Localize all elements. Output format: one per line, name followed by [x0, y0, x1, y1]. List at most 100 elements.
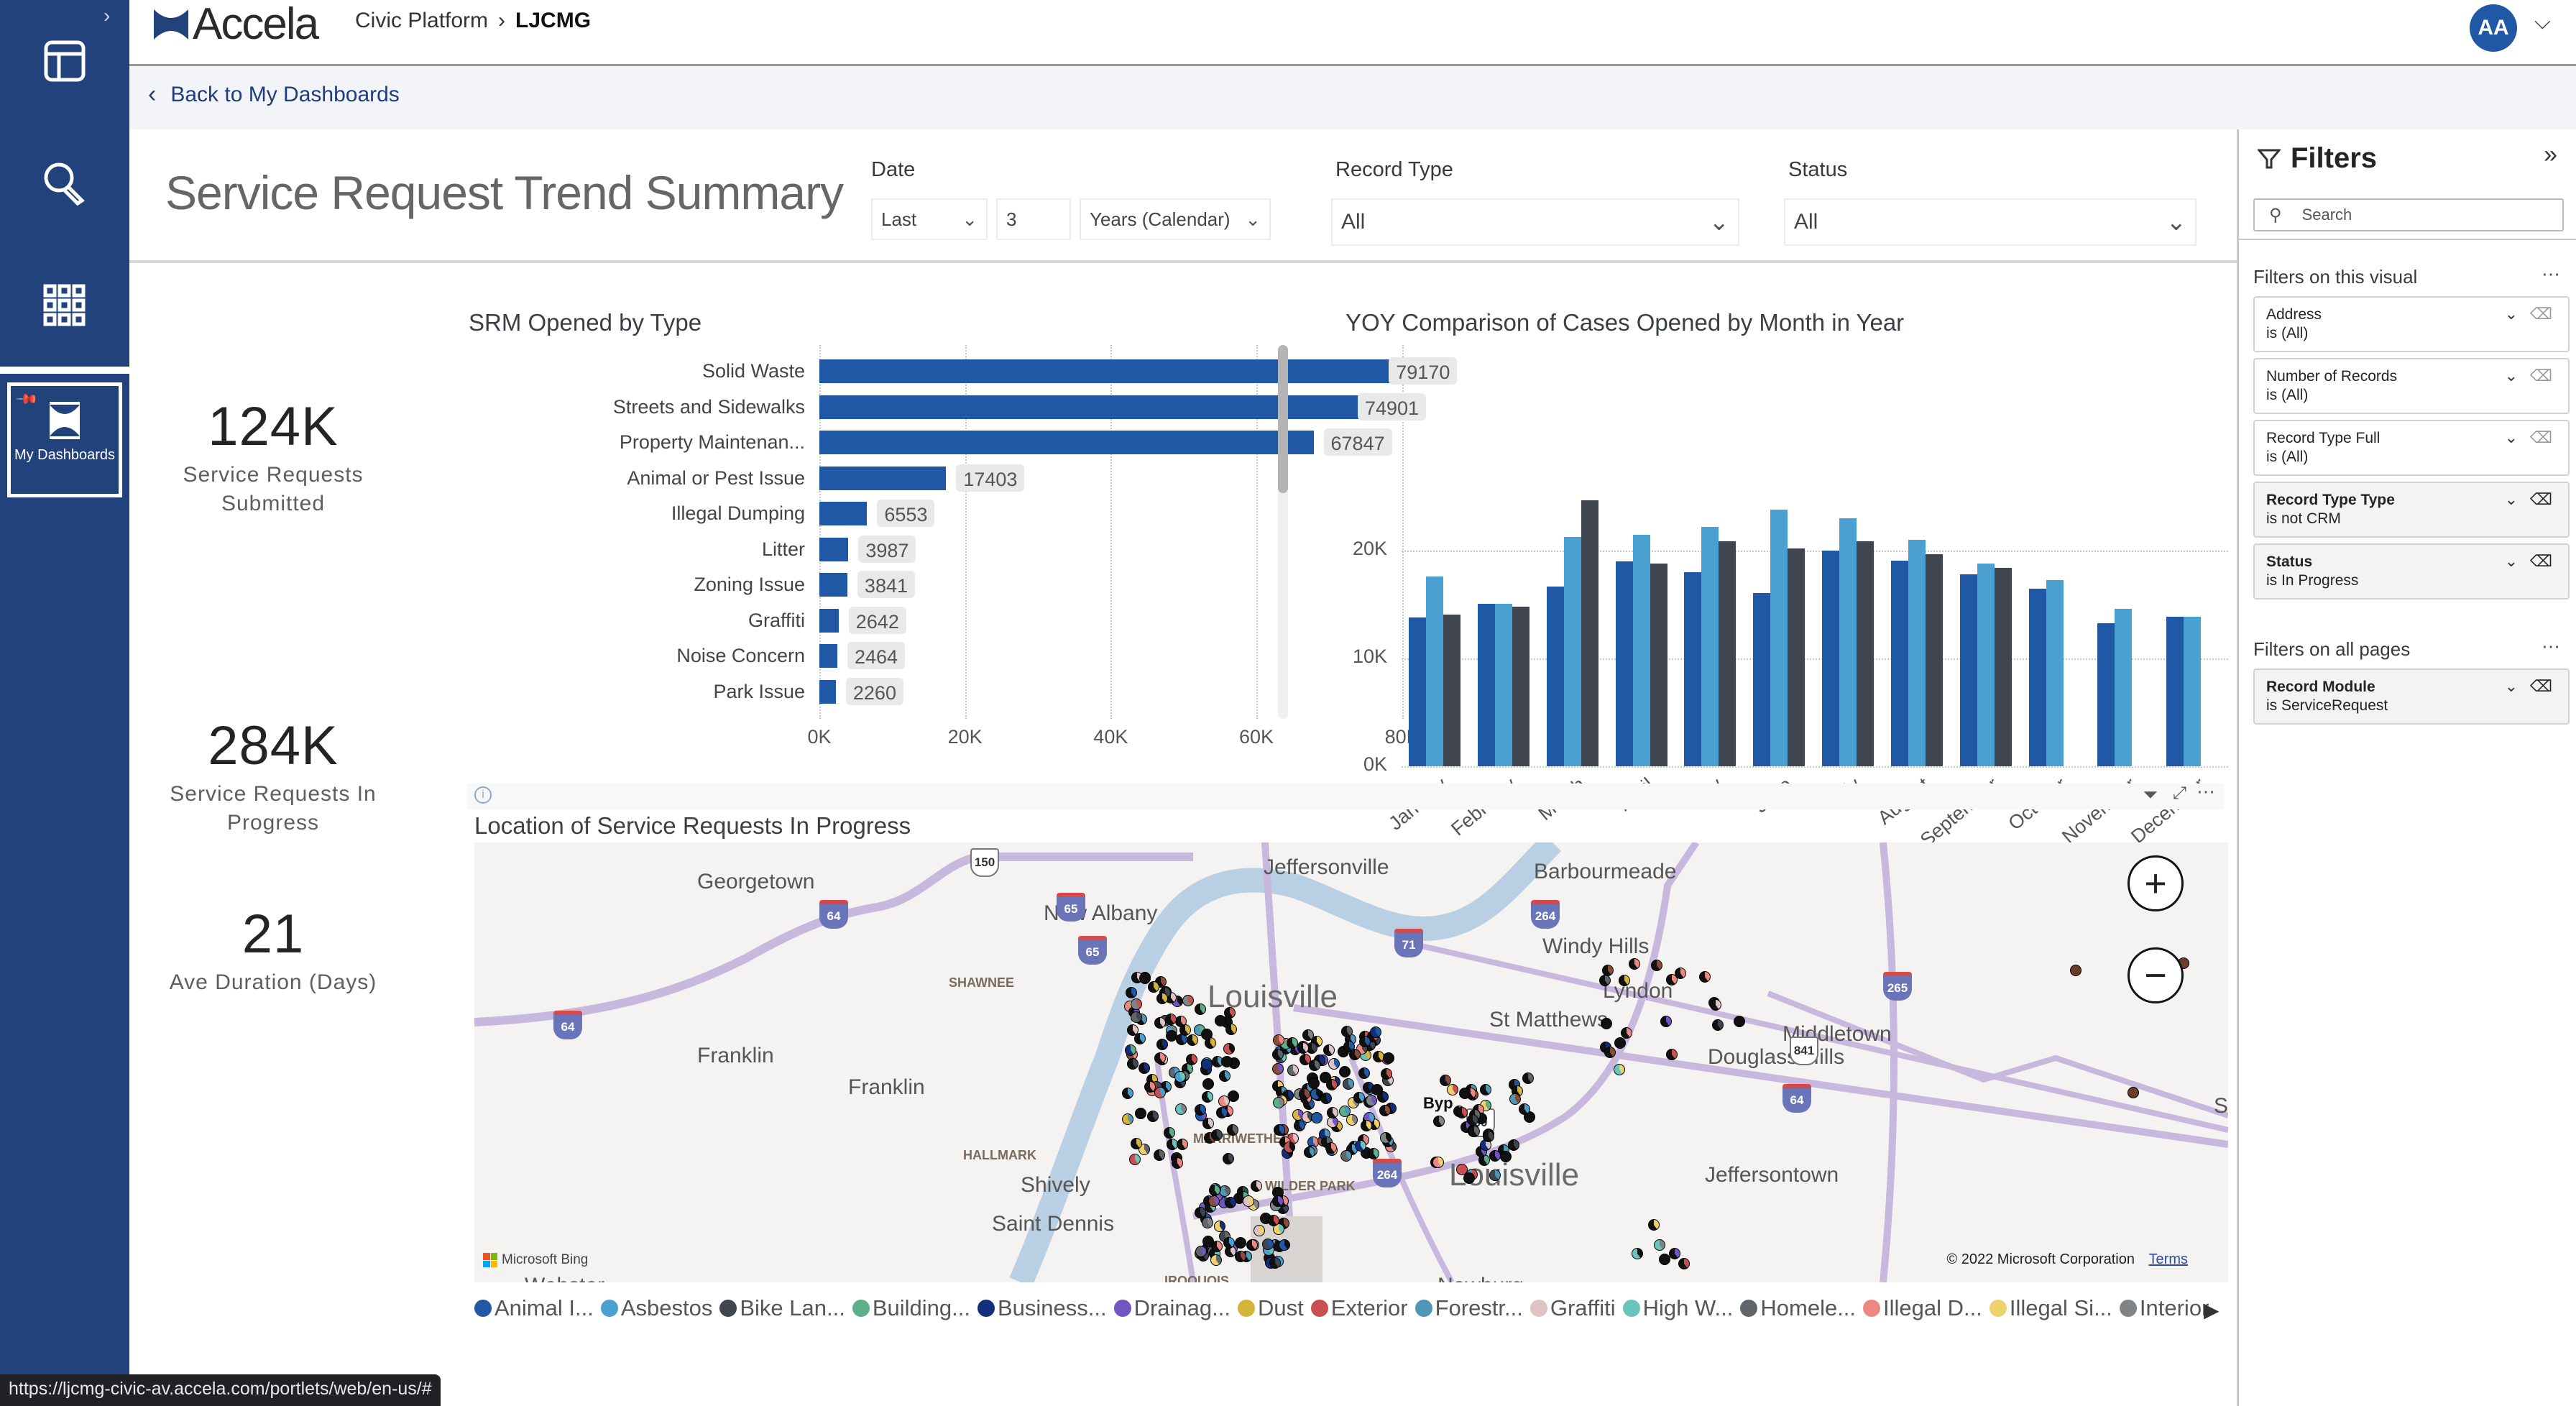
map-point[interactable]: [1254, 1224, 1266, 1236]
column-bar[interactable]: [1615, 561, 1633, 766]
column-bar[interactable]: [1477, 603, 1495, 766]
map-point[interactable]: [1320, 1092, 1332, 1104]
map-point[interactable]: [1195, 1103, 1207, 1116]
clear-filter-eraser-icon[interactable]: ⌫: [2530, 305, 2552, 323]
bar[interactable]: [819, 502, 868, 525]
map-point[interactable]: [1216, 1106, 1228, 1118]
map-legend-item[interactable]: Animal I...: [474, 1295, 594, 1321]
map-point[interactable]: [1343, 1078, 1355, 1090]
map-legend-item[interactable]: High W...: [1622, 1295, 1733, 1321]
map-point[interactable]: [1226, 1124, 1238, 1136]
column-bar[interactable]: [2097, 622, 2115, 766]
map-legend-item[interactable]: Forestr...: [1414, 1295, 1523, 1321]
map-legend-item[interactable]: Building...: [852, 1295, 970, 1321]
map-point[interactable]: [1299, 1054, 1311, 1066]
map-point[interactable]: [1225, 1023, 1237, 1035]
sidebar-item-search[interactable]: [0, 122, 129, 244]
map-point[interactable]: [1613, 1063, 1625, 1075]
map-point[interactable]: [1272, 1062, 1284, 1075]
column-bar[interactable]: [1977, 564, 1995, 766]
map-point[interactable]: [1122, 1113, 1134, 1125]
map-point[interactable]: [1225, 1197, 1237, 1209]
clear-filter-eraser-icon[interactable]: ⌫: [2530, 490, 2552, 509]
map-legend-item[interactable]: Graffiti: [1530, 1295, 1616, 1321]
accela-logo[interactable]: Accela: [154, 2, 319, 47]
map-point[interactable]: [1297, 1042, 1310, 1054]
map-point[interactable]: [1668, 1247, 1680, 1259]
map-point[interactable]: [1172, 1157, 1184, 1169]
column-bar[interactable]: [1581, 500, 1598, 766]
sidebar-item-apps[interactable]: [0, 244, 129, 367]
bar[interactable]: [819, 608, 839, 633]
clear-filter-eraser-icon[interactable]: ⌫: [2530, 677, 2552, 696]
expand-filter-chevron-icon[interactable]: ⌄: [2505, 552, 2518, 571]
map-point[interactable]: [1261, 1238, 1274, 1250]
date-count-input[interactable]: 3: [996, 198, 1071, 240]
filters-search-input[interactable]: ⚲ Search: [2253, 198, 2564, 231]
date-unit-select[interactable]: Years (Calendar) ⌄: [1080, 198, 1271, 240]
column-bar[interactable]: [1822, 551, 1839, 766]
map-point[interactable]: [1147, 981, 1159, 993]
map-point[interactable]: [1358, 1035, 1371, 1047]
map-point[interactable]: [1202, 1235, 1215, 1247]
map-point[interactable]: [1678, 1258, 1690, 1270]
map-point[interactable]: [1130, 1137, 1142, 1149]
map-point[interactable]: [1194, 1003, 1206, 1015]
map-legend-item[interactable]: Drainag...: [1113, 1295, 1230, 1321]
column-bar[interactable]: [1753, 592, 1771, 766]
bar[interactable]: [819, 359, 1397, 383]
column-bar[interactable]: [2046, 579, 2064, 766]
map-legend-item[interactable]: Asbestos: [600, 1295, 712, 1321]
map-point[interactable]: [1121, 1088, 1133, 1100]
filter-card[interactable]: Record Module is ServiceRequest ⌄ ⌫: [2253, 668, 2570, 725]
column-bar[interactable]: [1890, 560, 1908, 766]
map-point[interactable]: [1139, 972, 1151, 984]
column-bar[interactable]: [1443, 614, 1460, 766]
column-bar[interactable]: [1409, 617, 1426, 766]
column-bar[interactable]: [1788, 548, 1806, 766]
map-point[interactable]: [1355, 1139, 1367, 1152]
map-point[interactable]: [1269, 1256, 1281, 1269]
map-point[interactable]: [1598, 975, 1611, 987]
column-bar[interactable]: [1719, 541, 1736, 766]
column-bar[interactable]: [1650, 564, 1668, 766]
map-point[interactable]: [1709, 999, 1721, 1011]
map-point[interactable]: [1338, 1066, 1351, 1078]
zoom-in-button[interactable]: +: [2128, 855, 2184, 911]
more-options-icon[interactable]: ⋯: [2196, 781, 2215, 803]
avatar[interactable]: AA: [2470, 4, 2517, 52]
map-point[interactable]: [1131, 998, 1143, 1010]
map-point[interactable]: [1455, 1107, 1468, 1119]
sidebar-item-layout[interactable]: [0, 0, 129, 122]
map-point[interactable]: [1287, 1064, 1299, 1076]
map-point[interactable]: [1522, 1072, 1534, 1085]
column-bar[interactable]: [2184, 616, 2202, 766]
expand-filter-chevron-icon[interactable]: ⌄: [2505, 428, 2518, 447]
map-point[interactable]: [1489, 1169, 1501, 1181]
bar[interactable]: [819, 644, 837, 668]
sidebar-item-my-dashboards[interactable]: 📌 My Dashboards: [7, 382, 122, 497]
map-point[interactable]: [1358, 1067, 1371, 1079]
column-bar[interactable]: [2166, 616, 2184, 766]
info-icon[interactable]: i: [474, 786, 492, 804]
map-point[interactable]: [1325, 1142, 1337, 1154]
map-point[interactable]: [1303, 1146, 1315, 1158]
map-legend-item[interactable]: Dust: [1238, 1295, 1304, 1321]
map-point[interactable]: [1202, 1078, 1214, 1090]
map-point[interactable]: [1222, 1153, 1234, 1165]
bar[interactable]: [819, 573, 847, 597]
map-point[interactable]: [1614, 1037, 1627, 1049]
clear-filter-eraser-icon[interactable]: ⌫: [2530, 428, 2552, 447]
map-point[interactable]: [1202, 1118, 1214, 1130]
map-legend-item[interactable]: Bike Lan...: [719, 1295, 845, 1321]
pin-icon[interactable]: 📌: [14, 387, 40, 412]
map-point[interactable]: [1153, 1149, 1165, 1161]
column-bar[interactable]: [1546, 586, 1564, 766]
map-legend-item[interactable]: Illegal D...: [1863, 1295, 1982, 1321]
map-point[interactable]: [2128, 1087, 2139, 1098]
map-point[interactable]: [1660, 1015, 1672, 1027]
map-point[interactable]: [1130, 1011, 1142, 1023]
column-bar[interactable]: [1512, 607, 1530, 766]
map-legend-item[interactable]: Exterior: [1310, 1295, 1408, 1321]
expand-filter-chevron-icon[interactable]: ⌄: [2505, 305, 2518, 323]
